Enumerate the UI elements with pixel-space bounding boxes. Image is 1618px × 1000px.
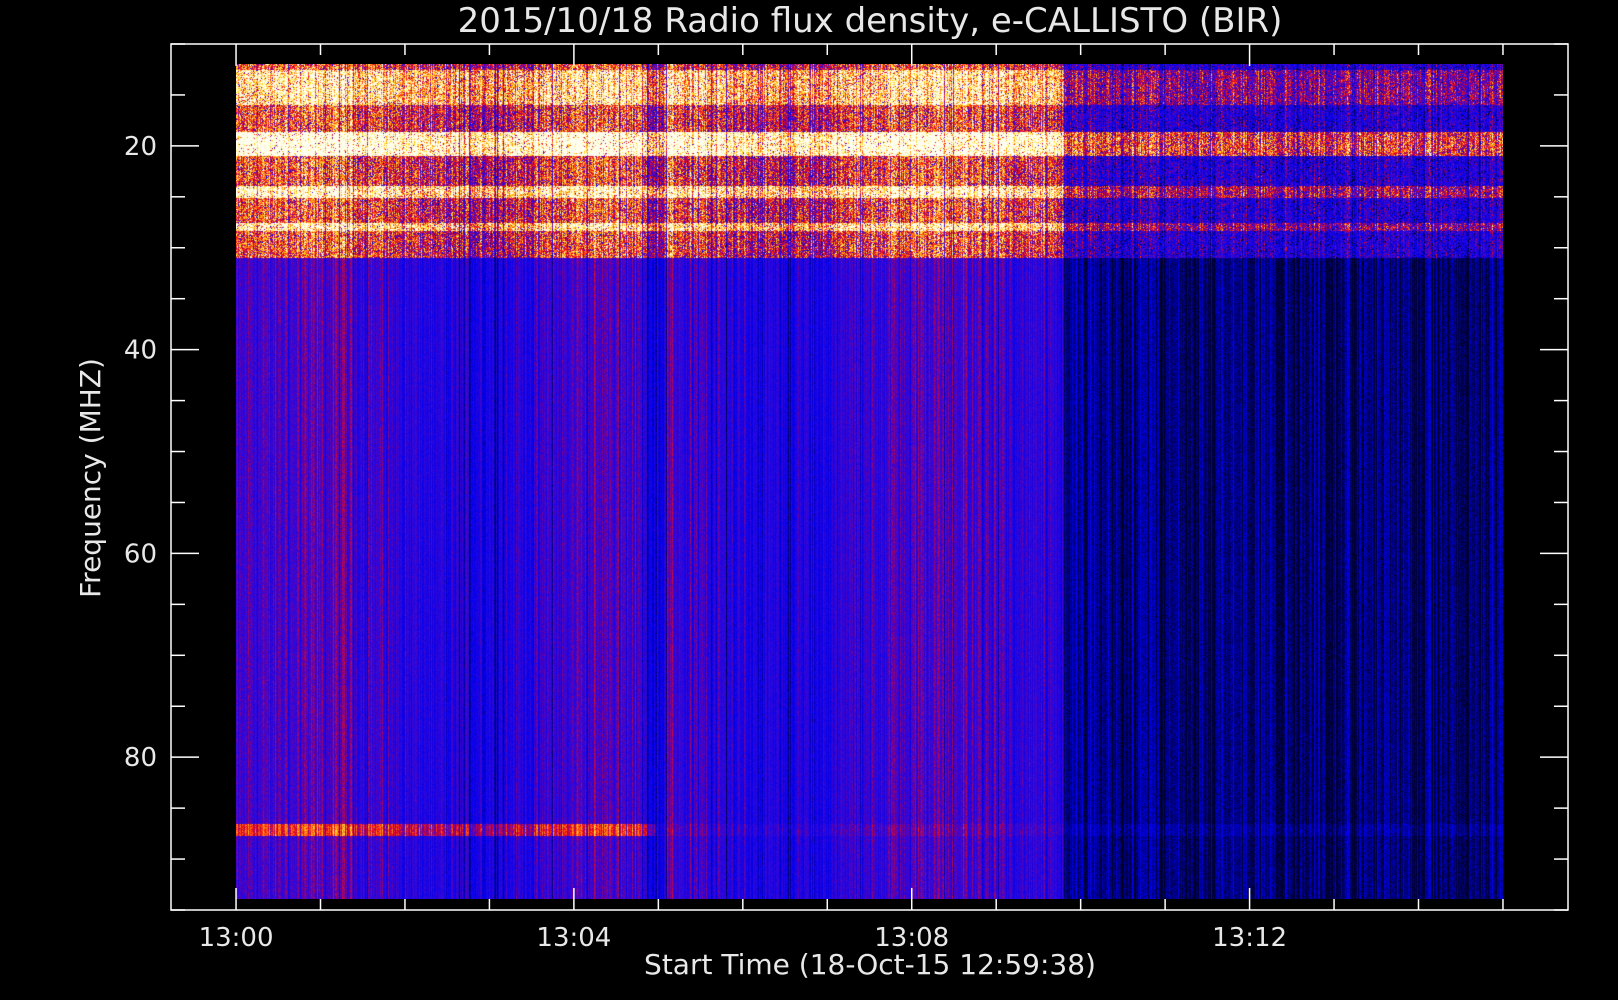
y-axis-label: Frequency (MHZ) <box>74 358 107 598</box>
x-tick-label: 13:00 <box>199 923 274 953</box>
y-tick-label: 40 <box>124 336 157 366</box>
y-tick-label: 80 <box>124 743 157 773</box>
chart-title: 2015/10/18 Radio flux density, e-CALLIST… <box>458 1 1283 41</box>
y-tick-label: 20 <box>124 132 157 162</box>
heatmap-area <box>236 64 1504 900</box>
spectrogram-figure: 2015/10/18 Radio flux density, e-CALLIST… <box>0 0 1618 1000</box>
y-tick-label: 60 <box>124 539 157 569</box>
heatmap-canvas <box>236 64 1504 900</box>
spectrogram-svg: 2015/10/18 Radio flux density, e-CALLIST… <box>74 1 1569 981</box>
x-axis-label: Start Time (18-Oct-15 12:59:38) <box>644 948 1096 981</box>
x-tick-label: 13:12 <box>1212 923 1287 953</box>
x-tick-label: 13:04 <box>536 923 611 953</box>
